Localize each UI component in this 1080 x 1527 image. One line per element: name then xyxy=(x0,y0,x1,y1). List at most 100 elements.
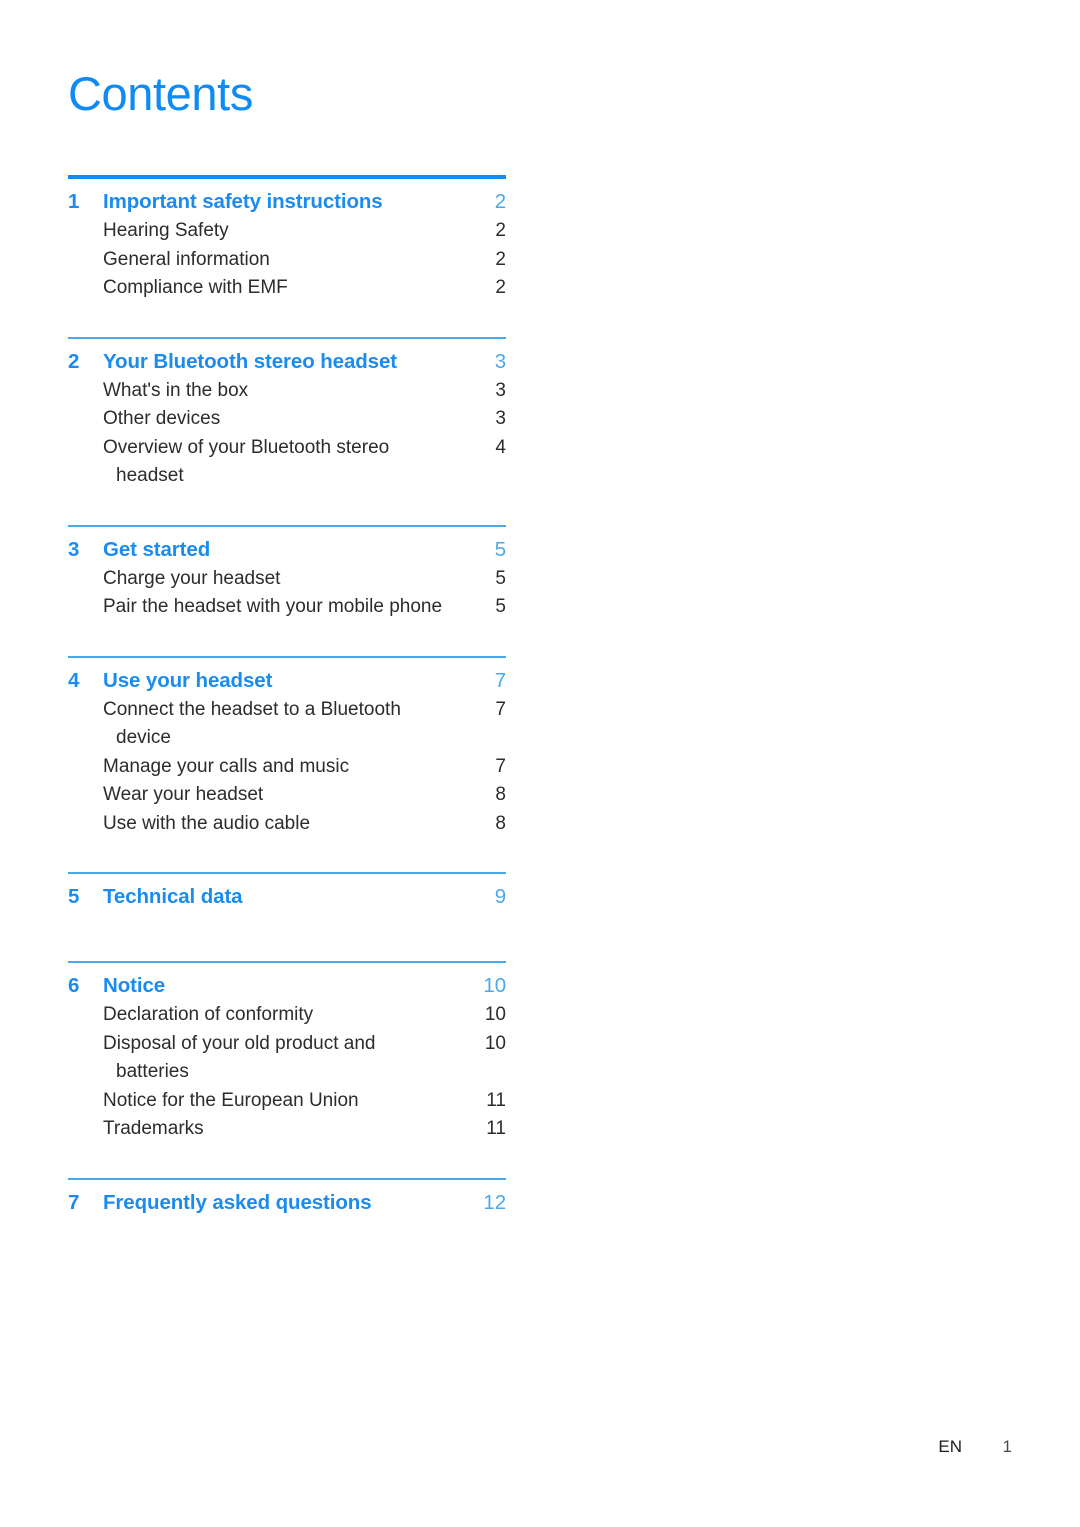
subitem-label-line1: Pair the headset with your mobile phone xyxy=(103,596,443,617)
table-of-contents: 1 Important safety instructions 2 Hearing S… xyxy=(68,175,506,1215)
section-page-number: 3 xyxy=(494,349,506,373)
section-number: 3 xyxy=(68,537,80,561)
section-page-number: 9 xyxy=(494,885,506,908)
toc-subitem[interactable]: Charge your headset 5 xyxy=(68,565,506,594)
toc-section: 3 Get started 5 Charge your headset 5 Pair th… xyxy=(68,524,506,656)
section-number: 4 xyxy=(68,668,80,692)
subitem-page-number: 11 xyxy=(486,1089,506,1111)
document-page: Contents 1 Important safety instructions 2… xyxy=(0,0,1080,1527)
section-label: Notice xyxy=(103,974,166,997)
toc-section-heading[interactable]: 2 Your Bluetooth stereo headset 3 xyxy=(68,339,506,374)
subitem-label-line1: Declaration of conformity xyxy=(103,1004,314,1025)
section-page-number: 10 xyxy=(483,974,506,997)
subitem-label-line1: Trademarks xyxy=(103,1118,204,1139)
toc-subitem[interactable]: Pair the headset with your mobile phone 5 xyxy=(68,593,506,622)
subitem-label-line1: Wear your headset xyxy=(103,784,264,805)
subitem-page-number: 10 xyxy=(484,1032,506,1054)
subitem-label: Use with the audio cable xyxy=(103,810,482,839)
subitem-page-number: 10 xyxy=(484,1004,506,1025)
subitem-page-number: 3 xyxy=(495,379,506,401)
toc-subitem-list: Charge your headset 5 Pair the headset wit… xyxy=(68,565,506,622)
subitem-label: Charge your headset xyxy=(103,565,482,594)
subitem-page-number: 3 xyxy=(495,408,506,429)
subitem-label: Disposal of your old product and batterie… xyxy=(103,1030,482,1087)
subitem-page-number: 2 xyxy=(495,277,506,298)
toc-subitem[interactable]: Disposal of your old product and batterie… xyxy=(68,1030,506,1087)
subitem-label-line1: Notice for the European Union xyxy=(103,1089,359,1111)
section-label: Important safety instructions xyxy=(103,190,383,213)
toc-section: 1 Important safety instructions 2 Hearing S… xyxy=(68,175,506,337)
subitem-label-continuation: headset xyxy=(116,465,184,486)
section-label: Get started xyxy=(103,537,211,561)
section-label: Technical data xyxy=(103,885,243,908)
subitem-label: Connect the headset to a Bluetooth device xyxy=(103,696,482,753)
toc-subitem[interactable]: Use with the audio cable 8 xyxy=(68,810,506,839)
subitem-label-line1: Use with the audio cable xyxy=(103,812,311,834)
toc-subitem[interactable]: General information 2 xyxy=(68,246,506,275)
subitem-page-number: 7 xyxy=(495,755,506,777)
toc-subitem[interactable]: Notice for the European Union 11 xyxy=(68,1087,506,1116)
subitem-label-continuation: device xyxy=(116,727,171,748)
toc-subitem[interactable]: Other devices 3 xyxy=(68,405,506,434)
toc-subitem[interactable]: Manage your calls and music 7 xyxy=(68,753,506,782)
section-number: 6 xyxy=(68,974,80,997)
subitem-label: Hearing Safety xyxy=(103,217,482,246)
subitem-label: General information xyxy=(103,246,482,275)
toc-subitem[interactable]: Overview of your Bluetooth stereo headset… xyxy=(68,434,506,491)
subitem-label-line1: Overview of your Bluetooth stereo xyxy=(103,436,390,458)
page-title: Contents xyxy=(68,67,253,120)
subitem-label-line1: Other devices xyxy=(103,408,221,429)
subitem-label-line1: Disposal of your old product and xyxy=(103,1032,376,1054)
subitem-page-number: 11 xyxy=(486,1118,506,1139)
subitem-page-number: 8 xyxy=(495,812,506,834)
subitem-label: Wear your headset xyxy=(103,781,482,810)
toc-section-heading[interactable]: 6 Notice 10 xyxy=(68,963,506,998)
subitem-page-number: 5 xyxy=(495,596,506,617)
toc-section-heading[interactable]: 3 Get started 5 xyxy=(68,527,506,562)
toc-subitem[interactable]: Connect the headset to a Bluetooth device… xyxy=(68,696,506,753)
subitem-label-line1: Manage your calls and music xyxy=(103,755,350,777)
section-label: Use your headset xyxy=(103,668,273,692)
section-number: 5 xyxy=(68,885,80,908)
toc-column: Contents 1 Important safety instructions 2… xyxy=(68,70,506,1215)
subitem-page-number: 4 xyxy=(495,436,506,458)
toc-section-heading[interactable]: 4 Use your headset 7 xyxy=(68,658,506,693)
subitem-label: What's in the box xyxy=(103,377,482,406)
section-number: 2 xyxy=(68,349,80,373)
toc-subitem-list: Connect the headset to a Bluetooth device… xyxy=(68,696,506,839)
section-number: 7 xyxy=(68,1190,80,1214)
toc-subitem[interactable]: Compliance with EMF 2 xyxy=(68,274,506,303)
subitem-label: Manage your calls and music xyxy=(103,753,482,782)
section-number: 1 xyxy=(68,190,80,213)
subitem-label: Overview of your Bluetooth stereo headset xyxy=(103,434,482,491)
subitem-page-number: 5 xyxy=(495,567,506,589)
section-page-number: 2 xyxy=(494,190,506,213)
subitem-label-line1: General information xyxy=(103,248,270,270)
footer-language-code: EN xyxy=(938,1437,962,1456)
toc-section-heading[interactable]: 7 Frequently asked questions 12 xyxy=(68,1180,506,1215)
subitem-label-line1: Connect the headset to a Bluetooth xyxy=(103,698,401,720)
toc-subitem-list: What's in the box 3 Other devices 3 Overview… xyxy=(68,377,506,491)
subitem-page-number: 7 xyxy=(495,698,506,720)
section-page-number: 5 xyxy=(494,537,506,561)
toc-subitem[interactable]: Declaration of conformity 10 xyxy=(68,1001,506,1030)
toc-subitem[interactable]: Wear your headset 8 xyxy=(68,781,506,810)
section-label: Your Bluetooth stereo headset xyxy=(103,349,398,373)
page-footer: EN 1 xyxy=(0,1437,1012,1457)
toc-subitem[interactable]: What's in the box 3 xyxy=(68,377,506,406)
toc-section: 2 Your Bluetooth stereo headset 3 What's in… xyxy=(68,336,506,525)
footer-page-number: 1 xyxy=(1002,1437,1012,1456)
toc-section: 5 Technical data 9 xyxy=(68,872,506,961)
subitem-label: Pair the headset with your mobile phone xyxy=(103,593,482,622)
toc-subitem[interactable]: Hearing Safety 2 xyxy=(68,217,506,246)
toc-subitem[interactable]: Trademarks 11 xyxy=(68,1115,506,1144)
subitem-label: Trademarks xyxy=(103,1115,482,1144)
toc-section-heading[interactable]: 1 Important safety instructions 2 xyxy=(68,179,506,214)
toc-section-heading[interactable]: 5 Technical data 9 xyxy=(68,874,506,909)
subitem-page-number: 2 xyxy=(495,220,506,241)
